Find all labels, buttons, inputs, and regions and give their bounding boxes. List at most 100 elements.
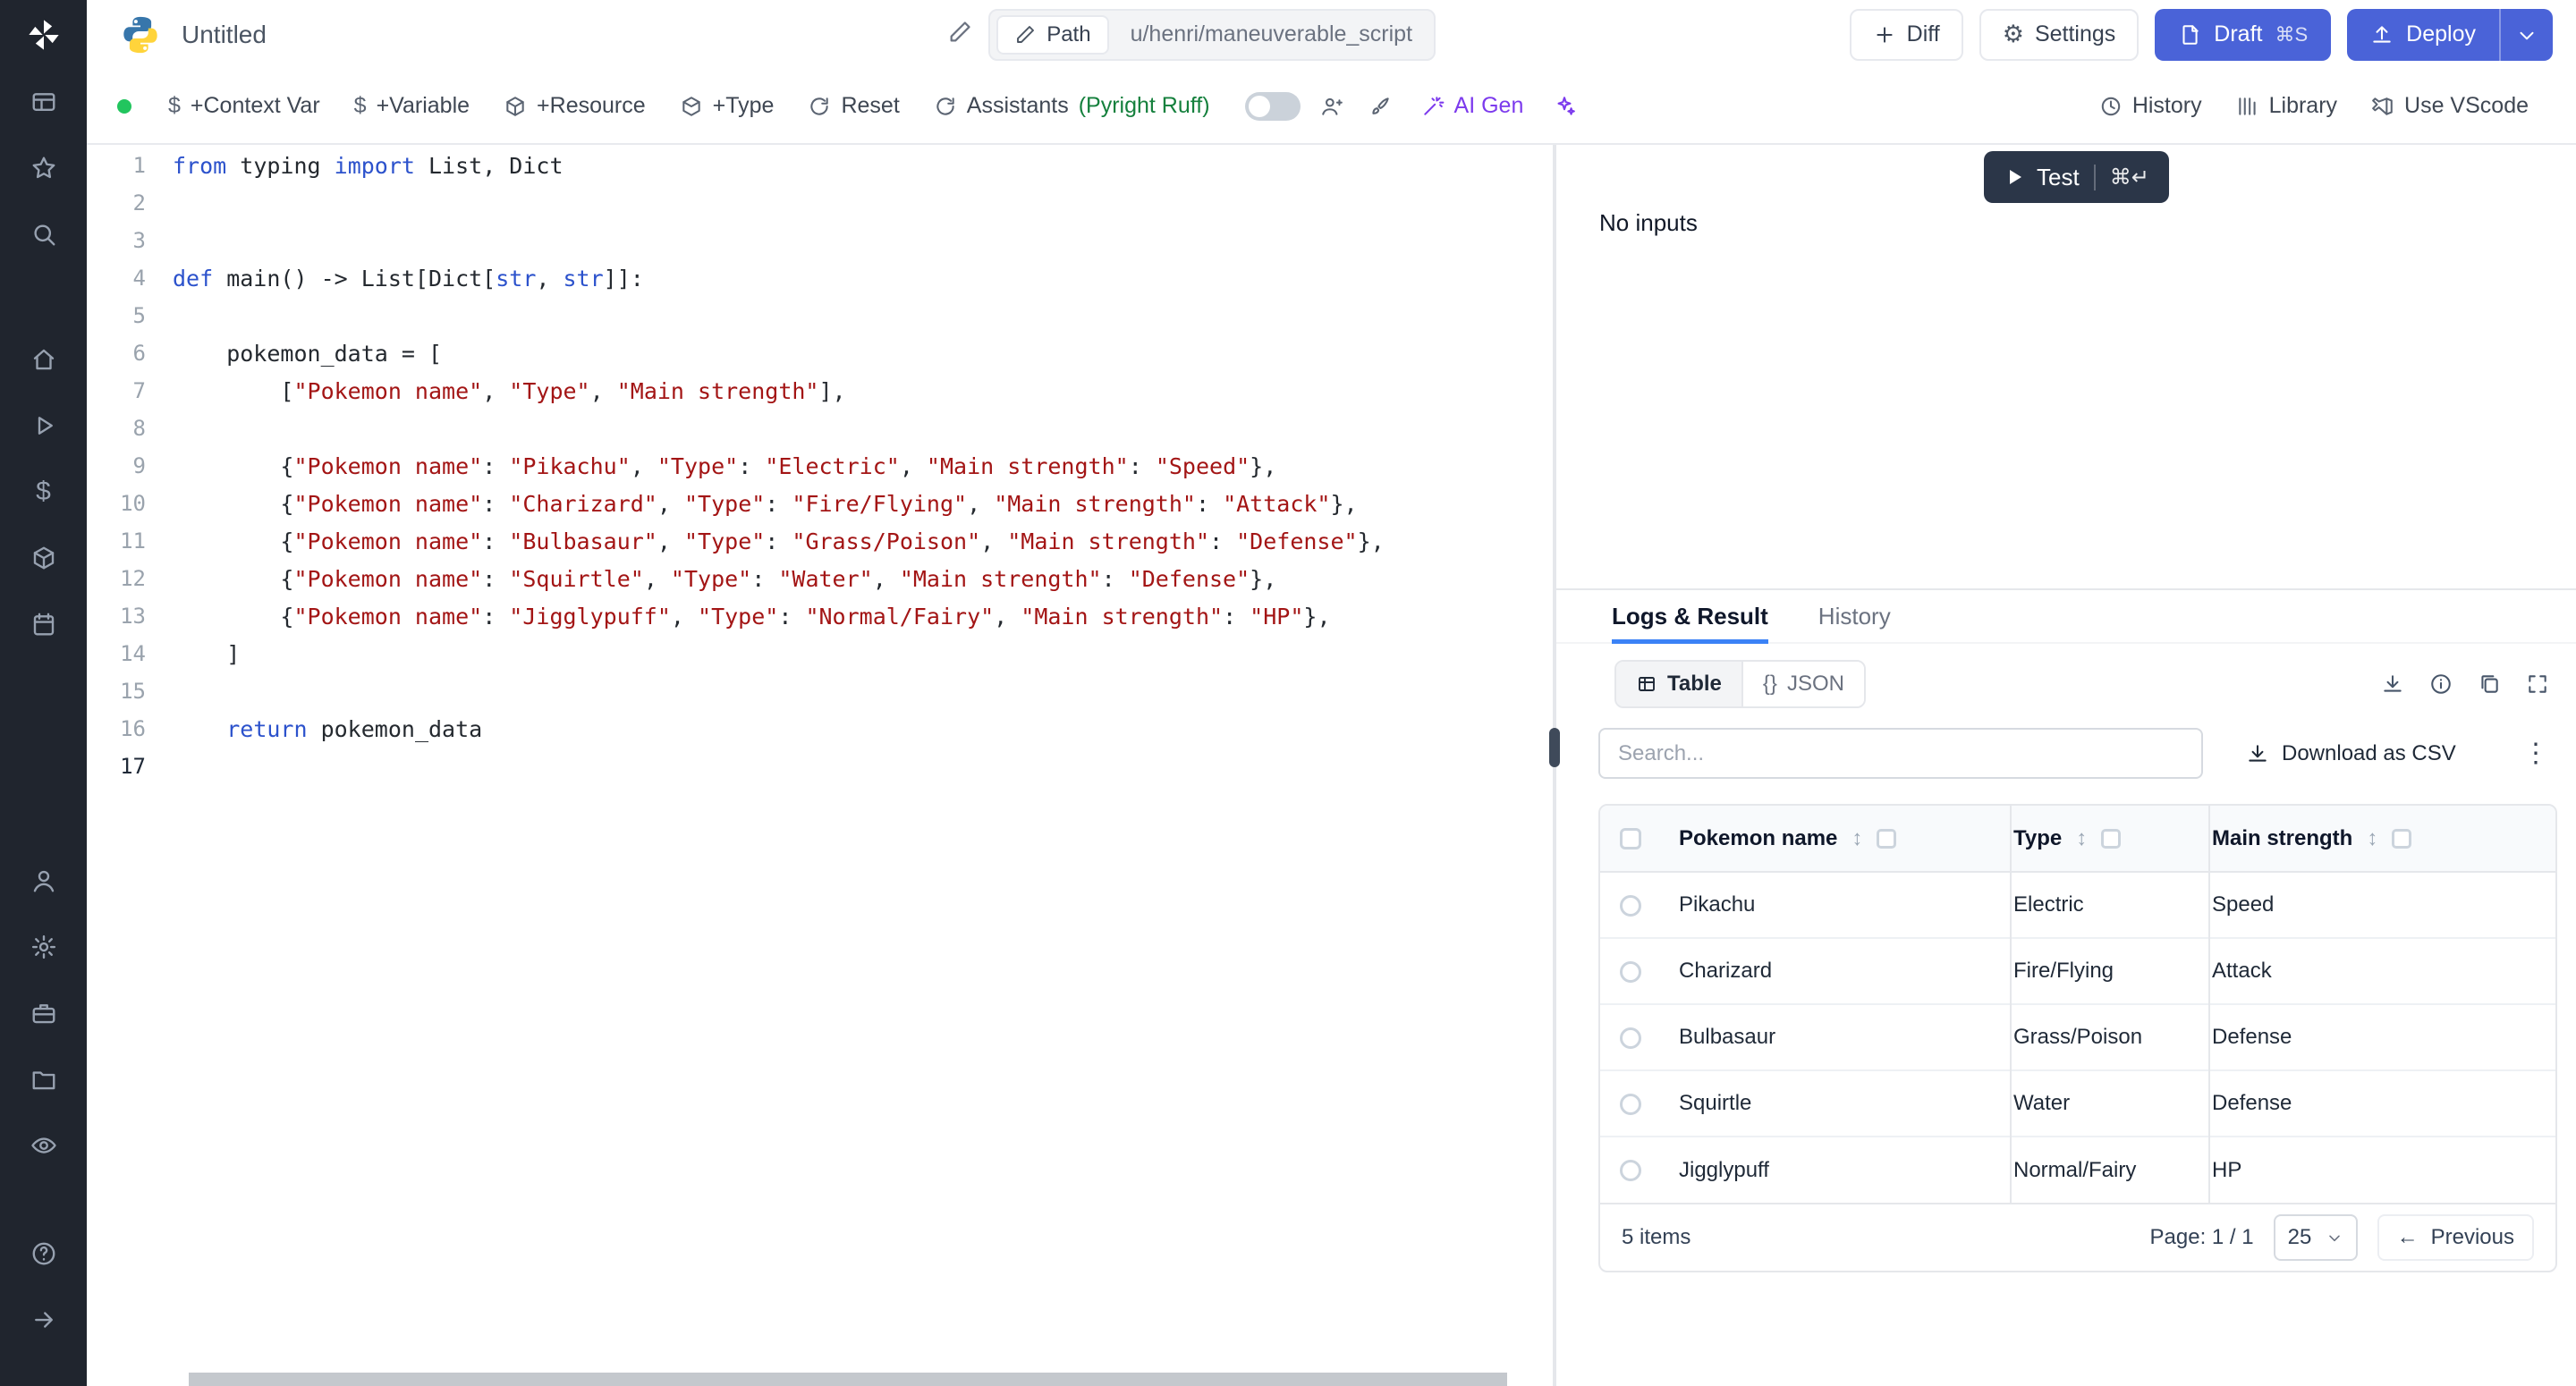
path-edit-button[interactable]: Path	[996, 15, 1108, 55]
row-checkbox[interactable]	[1620, 1027, 1641, 1049]
code-line[interactable]: 3	[87, 222, 1553, 259]
sort-icon[interactable]: ↕	[2367, 826, 2377, 851]
user-icon[interactable]	[24, 861, 64, 900]
reset-button[interactable]: Reset	[791, 93, 916, 119]
table-cell: Charizard	[1677, 938, 2011, 1004]
folder-icon[interactable]	[24, 1060, 64, 1099]
play-icon[interactable]	[24, 406, 64, 445]
search-input[interactable]	[1598, 728, 2203, 779]
code-line[interactable]: 11 {"Pokemon name": "Bulbasaur", "Type":…	[87, 522, 1553, 560]
view-json-button[interactable]: {} JSON	[1741, 662, 1864, 706]
resources-icon[interactable]	[24, 538, 64, 578]
column-checkbox[interactable]	[1877, 829, 1896, 849]
code-line[interactable]: 17	[87, 748, 1553, 785]
help-icon[interactable]	[24, 1234, 64, 1273]
column-checkbox[interactable]	[2392, 829, 2411, 849]
select-all-checkbox[interactable]	[1620, 828, 1641, 849]
multiplayer-toggle[interactable]	[1245, 92, 1301, 121]
copy-icon[interactable]	[2478, 672, 2501, 696]
tab-history[interactable]: History	[1818, 590, 1891, 642]
test-shortcut: ⌘↵	[2094, 165, 2149, 190]
table-cell: Attack	[2209, 938, 2557, 1004]
diff-button[interactable]: Diff	[1850, 9, 1963, 61]
dollar-icon[interactable]: $	[24, 472, 64, 511]
search-icon[interactable]	[24, 215, 64, 254]
table-cell: HP	[2209, 1137, 2557, 1203]
code-editor[interactable]: 1from typing import List, Dict234def mai…	[87, 145, 1553, 1386]
code-line[interactable]: 8	[87, 410, 1553, 447]
gear-icon: ⚙	[2003, 22, 2024, 46]
code-line[interactable]: 16 return pokemon_data	[87, 710, 1553, 748]
row-checkbox[interactable]	[1620, 1094, 1641, 1115]
expand-icon[interactable]	[2526, 672, 2549, 696]
code-line[interactable]: 4def main() -> List[Dict[str, str]]:	[87, 259, 1553, 297]
test-button[interactable]: Test ⌘↵	[1984, 151, 2169, 203]
tab-logs-result[interactable]: Logs & Result	[1612, 590, 1768, 642]
code-line[interactable]: 9 {"Pokemon name": "Pikachu", "Type": "E…	[87, 447, 1553, 485]
code-line[interactable]: 7 ["Pokemon name", "Type", "Main strengt…	[87, 372, 1553, 410]
eye-icon[interactable]	[24, 1126, 64, 1165]
toolbox-icon[interactable]	[24, 993, 64, 1033]
sparkles-icon[interactable]	[1540, 95, 1589, 118]
page-size-select[interactable]: 25	[2274, 1214, 2358, 1261]
table-row[interactable]: JigglypuffNormal/FairyHP	[1600, 1137, 2557, 1203]
sort-icon[interactable]: ↕	[1852, 826, 1862, 851]
sort-icon[interactable]: ↕	[2076, 826, 2087, 851]
calendar-icon[interactable]	[24, 604, 64, 644]
path-chip[interactable]: Path u/henri/maneuverable_script	[988, 9, 1436, 61]
use-vscode-button[interactable]: Use VScode	[2354, 93, 2546, 119]
draft-button[interactable]: Draft ⌘S	[2155, 9, 2331, 61]
code-line[interactable]: 1from typing import List, Dict	[87, 147, 1553, 184]
code-line[interactable]: 14 ]	[87, 635, 1553, 672]
code-line[interactable]: 5	[87, 297, 1553, 334]
table-row[interactable]: SquirtleWaterDefense	[1600, 1070, 2557, 1137]
settings-button[interactable]: ⚙ Settings	[1979, 9, 2140, 61]
download-csv-button[interactable]: Download as CSV	[2246, 741, 2456, 766]
info-icon[interactable]	[2429, 672, 2453, 696]
code-line[interactable]: 15	[87, 672, 1553, 710]
code-line[interactable]: 6 pokemon_data = [	[87, 334, 1553, 372]
table-row[interactable]: PikachuElectricSpeed	[1600, 872, 2557, 938]
gear-icon[interactable]	[24, 927, 64, 967]
code-line[interactable]: 2	[87, 184, 1553, 222]
format-brush-icon[interactable]	[1356, 95, 1404, 118]
home-icon[interactable]	[24, 340, 64, 379]
assistants-button[interactable]: Assistants (Pyright Ruff)	[917, 93, 1227, 119]
add-context-var-button[interactable]: $ +Context Var	[151, 93, 337, 119]
previous-page-button[interactable]: ← Previous	[2377, 1214, 2534, 1261]
deploy-dropdown-chevron[interactable]	[2499, 9, 2553, 61]
splitter-handle[interactable]	[1549, 728, 1560, 767]
row-checkbox[interactable]	[1620, 895, 1641, 917]
line-number: 14	[87, 641, 173, 666]
results-panel: Logs & Result History Table {} JSON	[1556, 588, 2576, 1386]
top-header: Untitled Path u/henri/maneuverable_scrip…	[87, 0, 2576, 69]
column-header-main-strength[interactable]: Main strength↕	[2209, 806, 2557, 872]
deploy-button[interactable]: Deploy	[2347, 9, 2553, 61]
view-table-button[interactable]: Table	[1616, 662, 1741, 706]
horizontal-scrollbar[interactable]	[189, 1373, 1507, 1386]
add-type-button[interactable]: +Type	[663, 93, 792, 119]
table-row[interactable]: CharizardFire/FlyingAttack	[1600, 938, 2557, 1004]
ai-gen-button[interactable]: AI Gen	[1404, 93, 1541, 119]
users-icon[interactable]	[1308, 95, 1356, 118]
collapse-arrow-icon[interactable]	[24, 1300, 64, 1340]
windmill-logo[interactable]	[23, 14, 64, 55]
star-icon[interactable]	[24, 148, 64, 188]
row-checkbox[interactable]	[1620, 961, 1641, 983]
kebab-menu-icon[interactable]: ⋮	[2522, 740, 2549, 767]
download-icon[interactable]	[2381, 672, 2404, 696]
edit-icon[interactable]	[947, 20, 972, 49]
column-checkbox[interactable]	[2101, 829, 2121, 849]
code-line[interactable]: 10 {"Pokemon name": "Charizard", "Type":…	[87, 485, 1553, 522]
panels-icon[interactable]	[24, 82, 64, 122]
table-row[interactable]: BulbasaurGrass/PoisonDefense	[1600, 1004, 2557, 1070]
code-line[interactable]: 12 {"Pokemon name": "Squirtle", "Type": …	[87, 560, 1553, 597]
history-button[interactable]: History	[2082, 93, 2219, 119]
add-variable-button[interactable]: $ +Variable	[337, 93, 487, 119]
column-header-pokemon-name[interactable]: Pokemon name↕	[1677, 806, 2011, 872]
column-header-type[interactable]: Type↕	[2011, 806, 2209, 872]
code-line[interactable]: 13 {"Pokemon name": "Jigglypuff", "Type"…	[87, 597, 1553, 635]
row-checkbox[interactable]	[1620, 1160, 1641, 1181]
add-resource-button[interactable]: +Resource	[487, 93, 663, 119]
library-button[interactable]: Library	[2219, 93, 2354, 119]
